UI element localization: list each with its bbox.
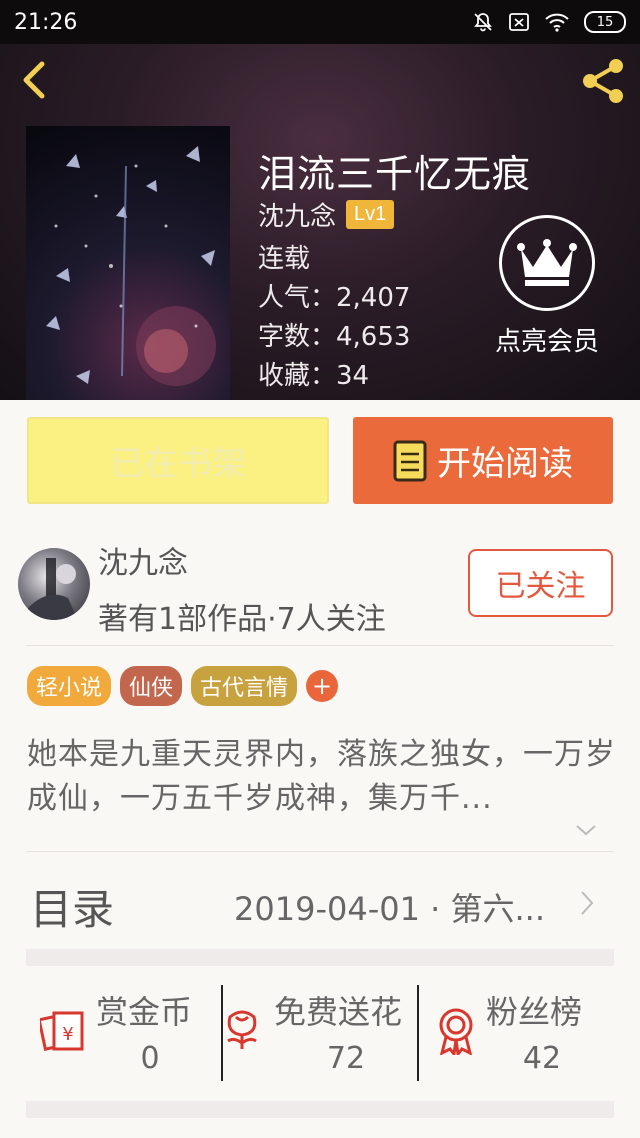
synopsis[interactable]: 她本是九重天灵界内，落族之独女，一万岁成仙，一万五千岁成神，集万千... bbox=[27, 733, 617, 821]
on-shelf-button[interactable]: 已在书架 bbox=[27, 417, 329, 504]
author-name[interactable]: 沈九念 bbox=[258, 196, 336, 233]
tag-ancient-romance[interactable]: 古代言情 bbox=[191, 666, 298, 706]
author-row: 沈九念 Lv1 bbox=[258, 196, 395, 233]
start-reading-label: 开始阅读 bbox=[437, 444, 573, 484]
battery-level: 15 bbox=[596, 14, 614, 30]
stat-divider bbox=[417, 985, 419, 1081]
status-icons: 15 bbox=[472, 11, 626, 33]
butterfly-art bbox=[46, 146, 216, 386]
stats-row: ¥ 赏金币 0 免费送花 72 粉丝榜 42 bbox=[0, 985, 640, 1081]
favorites-count: 收藏：34 bbox=[258, 361, 370, 391]
book-icon bbox=[393, 440, 427, 481]
divider bbox=[26, 851, 614, 852]
battery-icon: 15 bbox=[584, 11, 626, 33]
stat-value: 0 bbox=[140, 1041, 160, 1076]
card-author-name[interactable]: 沈九念 bbox=[98, 538, 188, 582]
bell-muted-icon bbox=[474, 13, 492, 32]
author-works-info: 著有1部作品·7人关注 bbox=[98, 602, 386, 637]
author-avatar[interactable] bbox=[18, 548, 90, 620]
book-title: 泪流三千忆无痕 bbox=[258, 152, 532, 196]
book-header: 21:26 15 泪流三千忆无痕 沈九念 Lv1 连载 人气：2,407 字数：… bbox=[0, 0, 640, 400]
red-envelope-coin-icon: ¥ bbox=[40, 1011, 84, 1051]
crown-icon bbox=[517, 239, 577, 286]
member-label: 点亮会员 bbox=[494, 327, 599, 357]
wifi-icon bbox=[545, 13, 569, 32]
back-button[interactable] bbox=[16, 58, 52, 102]
sim-off-icon bbox=[509, 13, 529, 31]
flower-icon bbox=[227, 1010, 257, 1049]
level-badge: Lv1 bbox=[346, 200, 395, 229]
expand-synopsis-button[interactable] bbox=[574, 822, 598, 842]
section-spacer bbox=[26, 949, 614, 966]
popularity: 人气：2,407 bbox=[258, 283, 411, 313]
follow-label: 已关注 bbox=[495, 569, 586, 604]
award-ribbon-icon bbox=[439, 1008, 473, 1055]
book-cover-image[interactable] bbox=[26, 126, 230, 400]
chevron-down-icon bbox=[576, 825, 596, 836]
stat-label: 粉丝榜 bbox=[486, 993, 583, 1031]
share-button[interactable] bbox=[578, 56, 628, 106]
tag-light-novel[interactable]: 轻小说 bbox=[27, 666, 112, 706]
tag-xianxia[interactable]: 仙侠 bbox=[120, 666, 183, 706]
start-reading-button[interactable]: 开始阅读 bbox=[353, 417, 613, 504]
status-time: 21:26 bbox=[14, 9, 78, 35]
chevron-right-icon bbox=[581, 891, 594, 915]
avatar-art bbox=[28, 558, 78, 620]
latest-chapter: 2019-04-01 · 第六... bbox=[234, 890, 546, 928]
free-flowers[interactable]: 免费送花 72 bbox=[222, 985, 418, 1081]
table-of-contents-row[interactable]: 目录 2019-04-01 · 第六... bbox=[0, 866, 640, 944]
add-tag-button[interactable]: + bbox=[306, 670, 339, 702]
member-button[interactable]: 点亮会员 bbox=[486, 215, 608, 358]
on-shelf-label: 已在书架 bbox=[110, 444, 246, 484]
share-icon bbox=[583, 59, 623, 103]
section-spacer bbox=[26, 1101, 614, 1118]
divider bbox=[26, 645, 614, 646]
svg-text:¥: ¥ bbox=[62, 1024, 73, 1045]
stat-value: 72 bbox=[326, 1041, 366, 1076]
toc-label: 目录 bbox=[30, 885, 115, 934]
stat-label: 赏金币 bbox=[96, 993, 193, 1031]
follow-button[interactable]: 已关注 bbox=[468, 549, 613, 617]
fan-ranking[interactable]: 粉丝榜 42 bbox=[436, 985, 616, 1081]
stat-value: 42 bbox=[522, 1041, 562, 1076]
reward-coins[interactable]: ¥ 赏金币 0 bbox=[40, 985, 220, 1081]
tag-list: 轻小说 仙侠 古代言情 + bbox=[27, 666, 339, 706]
chevron-left-icon bbox=[23, 61, 45, 99]
status-bar: 21:26 15 bbox=[0, 0, 640, 44]
serial-status: 连载 bbox=[258, 244, 311, 274]
member-circle bbox=[499, 215, 595, 311]
stat-label: 免费送花 bbox=[274, 993, 403, 1031]
word-count: 字数：4,653 bbox=[258, 322, 411, 352]
